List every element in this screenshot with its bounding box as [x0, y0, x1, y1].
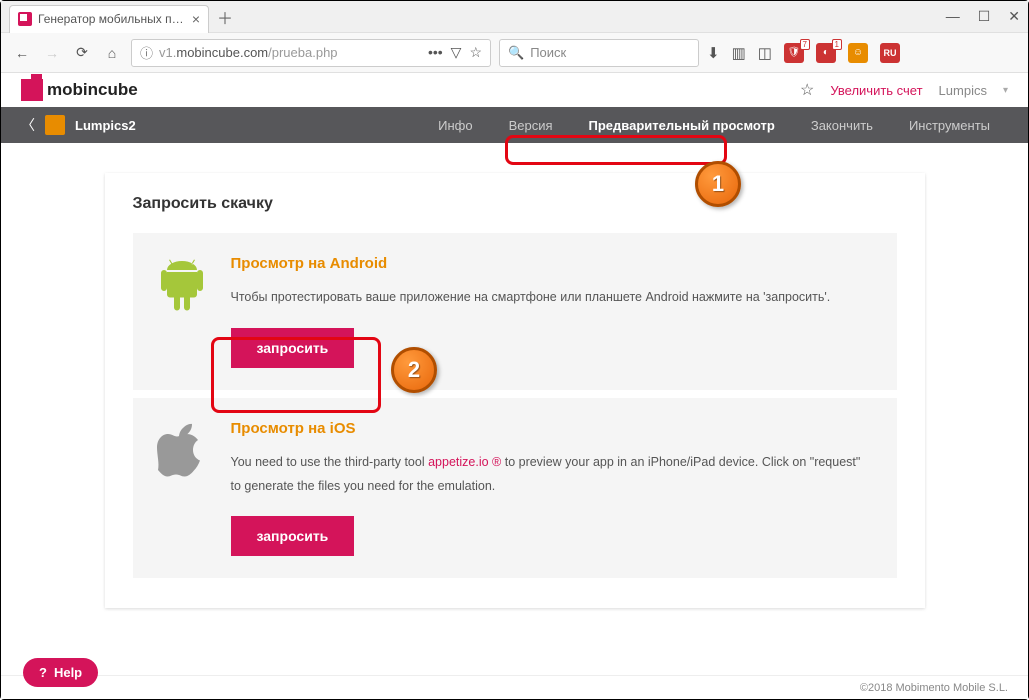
page-viewport: mobincube ☆ Увеличить счет Lumpics ▾ 〈 L…: [1, 73, 1028, 675]
subnav-back-icon[interactable]: 〈: [21, 115, 35, 135]
nav-forward-icon[interactable]: →: [41, 42, 63, 64]
ios-text: You need to use the third-party tool app…: [231, 451, 873, 499]
ios-section: Просмотр на iOS You need to use the thir…: [133, 398, 897, 579]
url-text: v1.mobincube.com/prueba.php: [159, 45, 422, 60]
sub-navigation: 〈 Lumpics2 Инфо Версия Предварительный п…: [1, 107, 1028, 143]
main-content: Запросить скачку Просмотр на Android Что…: [1, 143, 1028, 638]
ext-ublock-icon[interactable]: 🛡7: [784, 43, 804, 63]
subnav-tools[interactable]: Инструменты: [891, 107, 1008, 143]
nav-home-icon[interactable]: ⌂: [101, 42, 123, 64]
url-bar[interactable]: ⓘ v1.mobincube.com/prueba.php ••• ▽ ☆: [131, 39, 491, 67]
logo-icon: [21, 79, 43, 101]
ios-title: Просмотр на iOS: [231, 420, 873, 437]
subnav-preview[interactable]: Предварительный просмотр: [571, 107, 793, 143]
window-titlebar: Генератор мобильных прило × ＋ — ☐ ✕: [1, 1, 1028, 33]
subnav-finish[interactable]: Закончить: [793, 107, 891, 143]
upgrade-link[interactable]: Увеличить счет: [830, 83, 922, 98]
tab-favicon-icon: [18, 12, 32, 26]
appetize-link[interactable]: appetize.io ®: [428, 455, 501, 469]
search-bar[interactable]: 🔍 Поиск: [499, 39, 699, 67]
browser-navbar: ← → ⟳ ⌂ ⓘ v1.mobincube.com/prueba.php ••…: [1, 33, 1028, 73]
dots-icon[interactable]: •••: [428, 44, 443, 61]
tab-title: Генератор мобильных прило: [38, 12, 186, 26]
app-name: Lumpics2: [75, 118, 136, 133]
footer-text: ©2018 Mobimento Mobile S.L.: [860, 682, 1008, 694]
help-button[interactable]: ? Help: [23, 658, 98, 687]
ext-adblock-icon[interactable]: ◐1: [816, 43, 836, 63]
nav-reload-icon[interactable]: ⟳: [71, 42, 93, 64]
search-placeholder: Поиск: [530, 45, 566, 60]
nav-back-icon[interactable]: ←: [11, 42, 33, 64]
android-icon: [157, 255, 207, 313]
android-title: Просмотр на Android: [231, 255, 873, 272]
user-menu[interactable]: Lumpics: [939, 83, 987, 98]
ext-ru-icon[interactable]: RU: [880, 43, 900, 63]
ios-request-button[interactable]: запросить: [231, 516, 355, 556]
site-header: mobincube ☆ Увеличить счет Lumpics ▾: [1, 73, 1028, 107]
help-label: Help: [54, 665, 82, 680]
library-icon[interactable]: ▥: [732, 44, 746, 62]
apple-icon: [157, 420, 207, 478]
android-request-button[interactable]: запросить: [231, 328, 355, 368]
bookmark-icon[interactable]: ☆: [469, 44, 482, 61]
android-section: Просмотр на Android Чтобы протестировать…: [133, 233, 897, 390]
subnav-info[interactable]: Инфо: [420, 107, 490, 143]
download-card: Запросить скачку Просмотр на Android Что…: [105, 173, 925, 608]
site-logo[interactable]: mobincube: [21, 79, 138, 101]
ext-smiley-icon[interactable]: ☺: [848, 43, 868, 63]
android-text: Чтобы протестировать ваше приложение на …: [231, 286, 873, 310]
help-icon: ?: [39, 665, 47, 680]
app-icon: [45, 115, 65, 135]
star-icon[interactable]: ☆: [800, 80, 814, 100]
download-icon[interactable]: ⬇: [707, 44, 720, 62]
search-icon: 🔍: [508, 45, 524, 61]
reader-icon[interactable]: ▽: [451, 44, 462, 61]
info-icon[interactable]: ⓘ: [140, 43, 153, 62]
annotation-badge-1: 1: [695, 161, 741, 207]
window-close-icon[interactable]: ✕: [1008, 8, 1020, 25]
site-footer: ©2018 Mobimento Mobile S.L.: [1, 675, 1028, 699]
window-minimize-icon[interactable]: —: [946, 8, 960, 25]
logo-text: mobincube: [47, 80, 138, 100]
tab-close-icon[interactable]: ×: [192, 11, 200, 27]
sidebar-icon[interactable]: ◫: [758, 44, 772, 62]
user-chevron-icon[interactable]: ▾: [1003, 85, 1008, 96]
annotation-badge-2: 2: [391, 347, 437, 393]
browser-tab[interactable]: Генератор мобильных прило ×: [9, 5, 209, 33]
window-maximize-icon[interactable]: ☐: [978, 8, 991, 25]
new-tab-button[interactable]: ＋: [217, 5, 233, 29]
card-title: Запросить скачку: [133, 195, 897, 213]
subnav-version[interactable]: Версия: [491, 107, 571, 143]
